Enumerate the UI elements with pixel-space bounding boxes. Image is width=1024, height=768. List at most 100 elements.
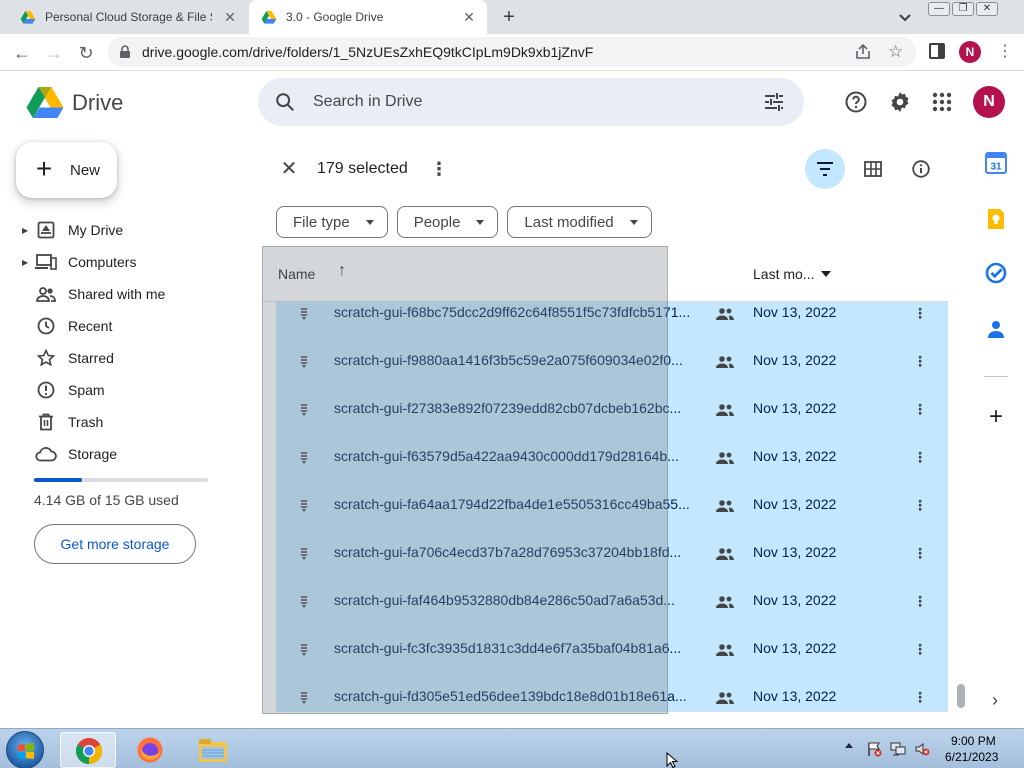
taskbar-file-explorer[interactable] <box>184 732 240 768</box>
file-name[interactable]: scratch-gui-f68bc75dcc2d9ff62c64f8551f5c… <box>334 304 710 320</box>
address-bar[interactable]: drive.google.com/drive/folders/1_5NzUEsZ… <box>108 37 916 67</box>
bookmark-star-icon[interactable]: ☆ <box>888 42 903 62</box>
more-actions-icon[interactable]: ⋮ <box>430 158 448 180</box>
row-more-actions-icon[interactable]: ⋮ <box>910 590 930 612</box>
file-name[interactable]: scratch-gui-f27383e892f07239edd82cb07dcb… <box>334 400 710 416</box>
grid-view-icon[interactable] <box>864 161 882 177</box>
file-table: scratch-gui-f68bc75dcc2d9ff62c64f8551f5c… <box>262 246 948 712</box>
cloud-icon <box>34 444 58 464</box>
taskbar-firefox[interactable] <box>122 732 178 768</box>
search-input[interactable]: Search in Drive <box>313 93 422 111</box>
minimize-button[interactable]: — <box>928 2 950 16</box>
chrome-menu-icon[interactable]: ⋮ <box>997 41 1013 63</box>
clock-time[interactable]: 9:00 PM <box>951 734 996 748</box>
url-text[interactable]: drive.google.com/drive/folders/1_5NzUEsZ… <box>142 44 593 60</box>
table-row[interactable]: scratch-gui-f27383e892f07239edd82cb07dcb… <box>276 390 948 438</box>
sidebar-item-recent[interactable]: Recent <box>22 310 242 342</box>
get-add-ons-plus-icon[interactable]: + <box>984 405 1008 430</box>
get-more-storage-button[interactable]: Get more storage <box>34 524 196 564</box>
tasks-icon[interactable] <box>985 262 1007 284</box>
search-icon[interactable] <box>274 91 296 113</box>
file-type-filter[interactable]: File type <box>276 206 388 238</box>
file-name[interactable]: scratch-gui-faf464b9532880db84e286c50ad7… <box>334 592 710 608</box>
scrollbar-thumb[interactable] <box>957 684 965 708</box>
file-name[interactable]: scratch-gui-f9880aa1416f3b5c59e2a075f609… <box>334 352 710 368</box>
close-window-button[interactable]: ✕ <box>976 2 998 16</box>
profile-avatar[interactable]: N <box>959 41 981 63</box>
search-options-icon[interactable] <box>764 92 784 112</box>
file-name[interactable]: scratch-gui-fc3fc3935d1831c3dd4e6f7a35ba… <box>334 640 710 656</box>
help-icon[interactable] <box>844 90 868 114</box>
people-filter[interactable]: People <box>396 206 499 238</box>
contacts-icon[interactable] <box>985 318 1007 340</box>
sidebar-item-trash[interactable]: Trash <box>22 406 242 438</box>
account-avatar[interactable]: N <box>973 86 1005 118</box>
calendar-icon[interactable]: 31 <box>985 152 1007 174</box>
new-tab-button[interactable]: + <box>498 6 520 28</box>
reload-button[interactable]: ↻ <box>74 41 98 65</box>
sort-arrow-up-icon[interactable]: ↑ <box>338 262 346 280</box>
tab-search-chevron-icon[interactable] <box>896 8 914 26</box>
network-icon[interactable] <box>890 741 906 757</box>
apps-grid-icon[interactable] <box>930 90 954 114</box>
row-more-actions-icon[interactable]: ⋮ <box>910 350 930 372</box>
chevron-right-icon[interactable]: › <box>988 690 1002 710</box>
sort-dropdown-icon[interactable] <box>821 271 831 277</box>
tab-personal-cloud-storage[interactable]: Personal Cloud Storage & File Sh ✕ <box>8 0 248 34</box>
clear-selection-button[interactable]: ✕ <box>278 158 300 180</box>
filter-toggle-button[interactable] <box>805 149 845 189</box>
document-file-icon <box>301 308 307 320</box>
row-more-actions-icon[interactable]: ⋮ <box>910 398 930 420</box>
row-more-actions-icon[interactable]: ⋮ <box>910 542 930 564</box>
table-row[interactable]: scratch-gui-f63579d5a422aa9430c000dd179d… <box>276 438 948 486</box>
table-row[interactable]: scratch-gui-fa706c4ecd37b7a28d76953c3720… <box>276 534 948 582</box>
table-row[interactable]: scratch-gui-fc3fc3935d1831c3dd4e6f7a35ba… <box>276 630 948 678</box>
last-modified-filter[interactable]: Last modified <box>507 206 652 238</box>
lock-icon[interactable] <box>118 45 132 59</box>
info-icon[interactable] <box>912 160 930 178</box>
search-bar[interactable]: Search in Drive <box>258 78 804 126</box>
table-row[interactable]: scratch-gui-fa64aa1794d22fba4de1e5505316… <box>276 486 948 534</box>
drive-brand[interactable]: Drive <box>72 90 123 116</box>
new-button[interactable]: + New <box>16 142 117 198</box>
taskbar-chrome[interactable] <box>60 732 116 768</box>
close-tab-icon[interactable]: ✕ <box>220 7 240 27</box>
row-more-actions-icon[interactable]: ⋮ <box>910 686 930 708</box>
settings-gear-icon[interactable] <box>888 90 912 114</box>
side-panel-icon[interactable] <box>929 43 945 59</box>
share-icon[interactable] <box>854 43 872 61</box>
row-more-actions-icon[interactable]: ⋮ <box>910 494 930 516</box>
clock-date[interactable]: 6/21/2023 <box>945 750 998 764</box>
expand-caret-icon[interactable]: ▶ <box>22 258 32 267</box>
file-name[interactable]: scratch-gui-fa64aa1794d22fba4de1e5505316… <box>334 496 710 512</box>
row-more-actions-icon[interactable]: ⋮ <box>910 446 930 468</box>
back-button[interactable]: ← <box>10 41 34 65</box>
sidebar-item-shared-with-me[interactable]: Shared with me <box>22 278 242 310</box>
sidebar-item-storage[interactable]: Storage <box>22 438 242 470</box>
file-name[interactable]: scratch-gui-f63579d5a422aa9430c000dd179d… <box>334 448 710 464</box>
close-tab-icon[interactable]: ✕ <box>459 7 479 27</box>
drive-logo-icon[interactable] <box>26 86 64 118</box>
table-row[interactable]: scratch-gui-f9880aa1416f3b5c59e2a075f609… <box>276 342 948 390</box>
volume-muted-icon[interactable] <box>914 741 930 757</box>
tab-google-drive[interactable]: 3.0 - Google Drive ✕ <box>249 0 487 34</box>
action-center-flag-icon[interactable] <box>866 741 882 757</box>
last-modified-column-header[interactable]: Last mo... <box>753 266 814 282</box>
row-more-actions-icon[interactable]: ⋮ <box>910 302 930 324</box>
sidebar-item-starred[interactable]: Starred <box>22 342 242 374</box>
restore-button[interactable]: ❐ <box>952 2 974 16</box>
sidebar-item-my-drive[interactable]: ▶ My Drive <box>22 214 242 246</box>
keep-icon[interactable] <box>985 208 1007 230</box>
name-column-header[interactable]: Name <box>278 266 315 282</box>
sidebar-item-spam[interactable]: Spam <box>22 374 242 406</box>
show-hidden-icons-icon[interactable] <box>845 743 853 748</box>
expand-caret-icon[interactable]: ▶ <box>22 226 32 235</box>
forward-button[interactable]: → <box>42 41 66 65</box>
file-name[interactable]: scratch-gui-fa706c4ecd37b7a28d76953c3720… <box>334 544 710 560</box>
sidebar-item-computers[interactable]: ▶ Computers <box>22 246 242 278</box>
start-button[interactable] <box>6 731 44 768</box>
file-name[interactable]: scratch-gui-fd305e51ed56dee139bdc18e8d01… <box>334 688 710 704</box>
table-row[interactable]: scratch-gui-fd305e51ed56dee139bdc18e8d01… <box>276 678 948 712</box>
table-row[interactable]: scratch-gui-faf464b9532880db84e286c50ad7… <box>276 582 948 630</box>
row-more-actions-icon[interactable]: ⋮ <box>910 638 930 660</box>
